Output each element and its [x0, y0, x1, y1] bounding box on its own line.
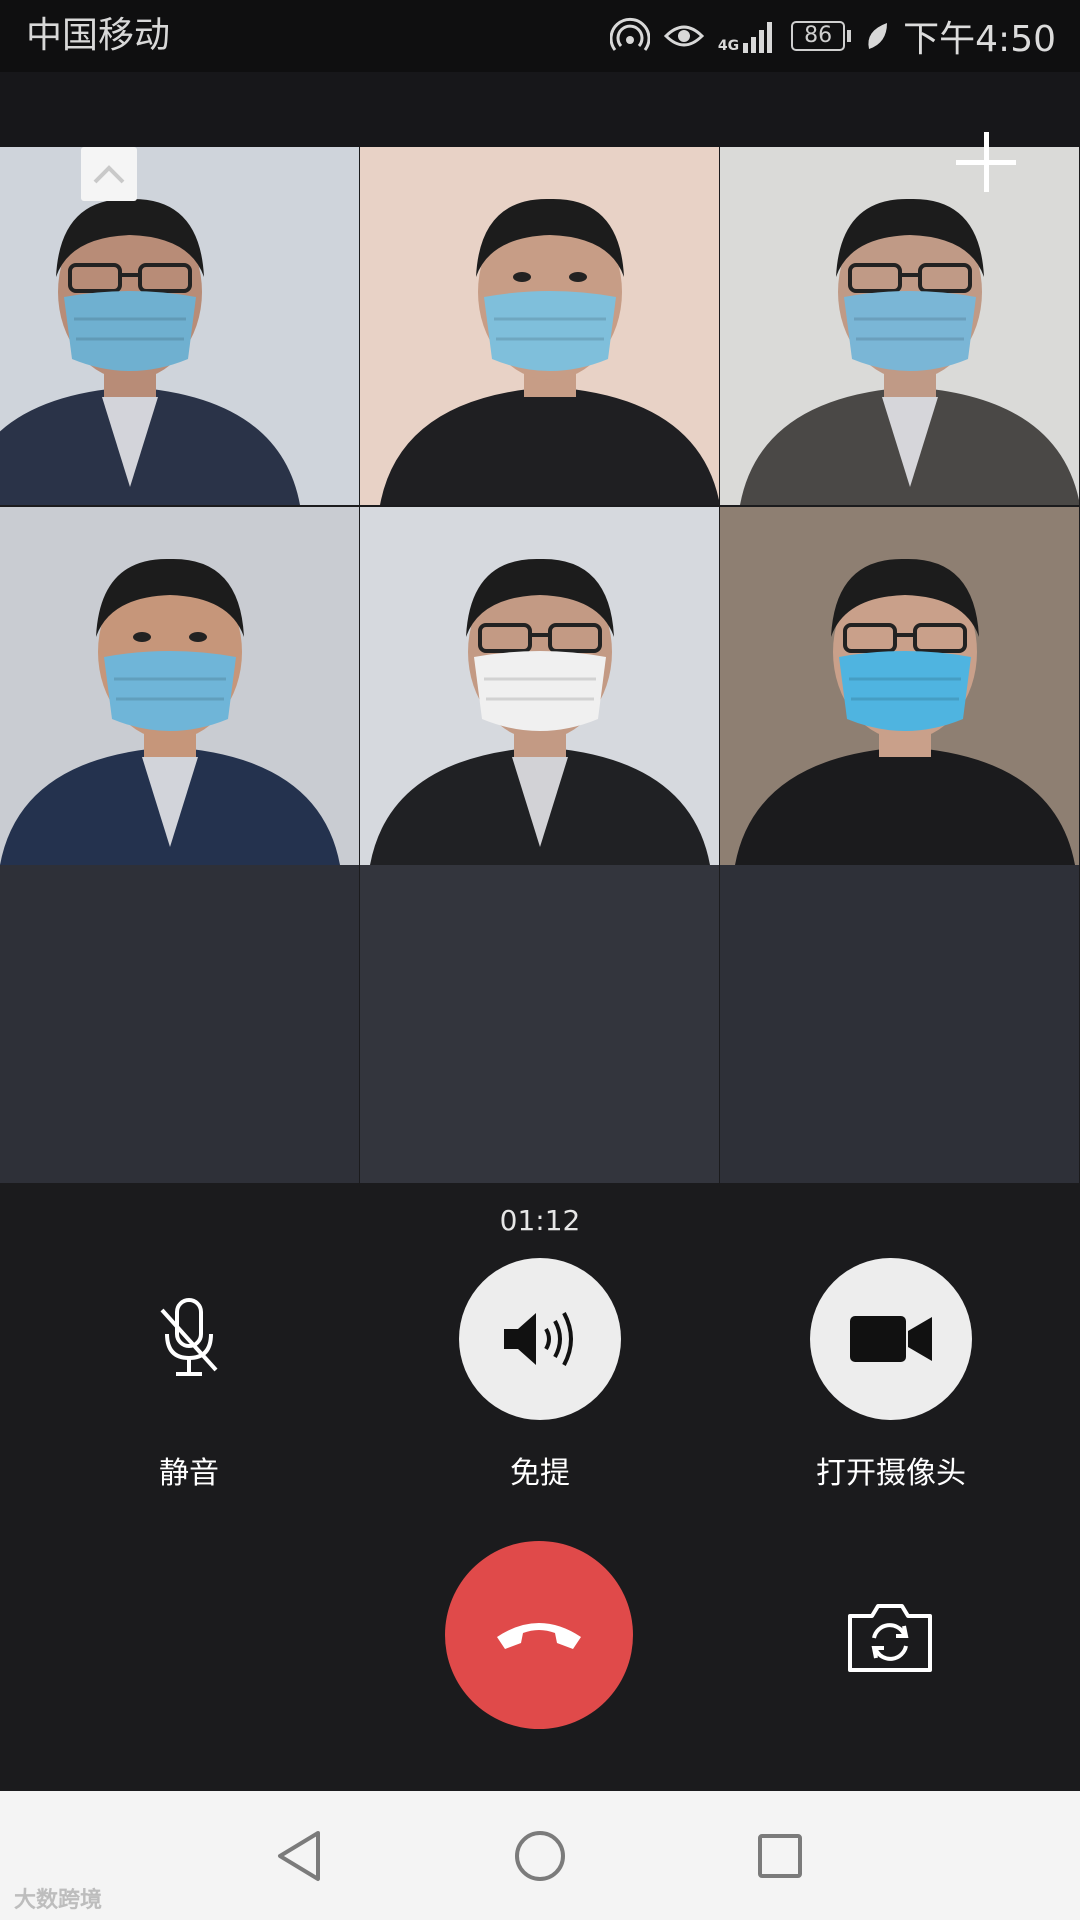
call-header-bar — [0, 72, 1080, 147]
call-duration: 01:12 — [499, 1204, 581, 1237]
chevron-up-icon — [93, 165, 125, 184]
power-saving-leaf-icon — [868, 23, 888, 49]
status-bar: 中国移动 4G 86 下午4:50 — [0, 0, 1080, 72]
plus-icon — [956, 132, 1016, 192]
empty-tile — [360, 865, 719, 1183]
battery-level: 86 — [791, 21, 846, 51]
mic-off-icon — [160, 1298, 218, 1376]
add-participant-button[interactable] — [954, 130, 1018, 194]
back-triangle-icon — [278, 1831, 320, 1881]
speaker-icon — [504, 1312, 573, 1366]
participant-video-tile[interactable] — [0, 147, 359, 505]
collapse-button[interactable] — [81, 147, 137, 201]
speaker-button[interactable]: 免提 — [420, 1258, 660, 1492]
mute-button[interactable]: 静音 — [69, 1258, 309, 1492]
camera-button[interactable]: 打开摄像头 — [771, 1258, 1011, 1492]
participant-video-tile[interactable] — [720, 147, 1079, 505]
participant-video-tile[interactable] — [720, 507, 1079, 865]
empty-tile — [720, 865, 1079, 1183]
home-circle-icon — [515, 1831, 565, 1881]
camera-label: 打开摄像头 — [816, 1456, 966, 1491]
video-camera-icon — [850, 1316, 932, 1362]
network-type: 4G — [717, 38, 740, 54]
battery-icon: 86 — [791, 21, 852, 51]
recents-square-icon — [758, 1834, 802, 1878]
hangup-button[interactable] — [445, 1541, 633, 1729]
watermark: 大数跨境 — [14, 1888, 103, 1913]
nav-back-button[interactable] — [264, 1821, 334, 1891]
status-icons: 4G 86 下午4:50 — [609, 12, 1056, 60]
nav-recents-button[interactable] — [745, 1821, 815, 1891]
video-grid — [0, 147, 1080, 1183]
empty-tile — [0, 865, 359, 1183]
clock: 下午4:50 — [903, 19, 1056, 60]
eye-comfort-icon — [663, 25, 704, 47]
participant-video-tile[interactable] — [360, 507, 719, 865]
hotspot-icon — [609, 17, 650, 51]
participant-video-tile[interactable] — [360, 147, 719, 505]
system-nav-bar — [0, 1791, 1080, 1920]
nav-home-button[interactable] — [505, 1821, 575, 1891]
mute-label: 静音 — [159, 1456, 219, 1491]
speaker-label: 免提 — [510, 1456, 570, 1491]
camera-flip-icon — [848, 1604, 932, 1672]
signal-icon: 4G — [718, 19, 777, 53]
participant-video-tile[interactable] — [0, 507, 359, 865]
carrier-name: 中国移动 — [26, 15, 171, 56]
phone-hangup-icon — [497, 1623, 581, 1649]
camera-flip-button[interactable] — [846, 1600, 934, 1674]
